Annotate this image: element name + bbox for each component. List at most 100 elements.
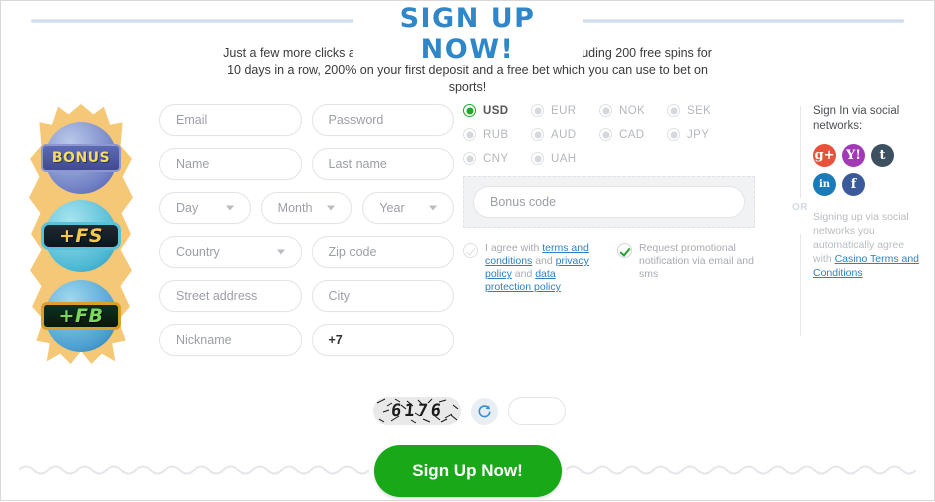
currency-option-eur[interactable]: EUR xyxy=(531,104,599,117)
currency-option-nok[interactable]: NOK xyxy=(599,104,667,117)
badge-free-spins: +FS xyxy=(35,200,127,272)
signup-body: BONUS +FS +FB Email Password Name Last n… xyxy=(1,96,934,364)
bonus-code-field[interactable]: Bonus code xyxy=(473,186,745,218)
checkbox-icon[interactable] xyxy=(463,243,478,258)
refresh-icon xyxy=(478,404,491,417)
currency-option-sek[interactable]: SEK xyxy=(667,104,735,117)
radio-icon xyxy=(463,128,476,141)
currency-option-aud[interactable]: AUD xyxy=(531,128,599,141)
terms-text-part: and xyxy=(532,255,556,267)
captcha-section: 6176 xyxy=(373,397,566,425)
currency-label: AUD xyxy=(551,128,577,141)
currency-row-3: CNY UAH xyxy=(463,152,763,165)
captcha-input[interactable] xyxy=(508,397,566,425)
city-field[interactable]: City xyxy=(311,280,454,312)
google-plus-icon[interactable]: g+ xyxy=(813,144,836,167)
currency-row-2: RUB AUD CAD JPY xyxy=(463,128,763,141)
chevron-down-icon xyxy=(327,205,336,211)
promo-agreement[interactable]: Request promotional notification via ema… xyxy=(617,242,757,294)
currency-label: EUR xyxy=(551,104,577,117)
currency-label: UAH xyxy=(551,152,577,165)
checkbox-icon[interactable] xyxy=(617,243,632,258)
street-address-field[interactable]: Street address xyxy=(159,280,302,312)
social-terms-note: Signing up via social networks you autom… xyxy=(813,210,925,280)
currency-label: RUB xyxy=(483,128,509,141)
currency-label: USD xyxy=(483,104,509,117)
form-row-contact: Nickname +7 xyxy=(159,324,454,356)
radio-icon xyxy=(531,152,544,165)
birth-year-select[interactable]: Year xyxy=(362,192,455,224)
page-title: SIGN UP NOW! xyxy=(352,3,583,65)
nickname-field[interactable]: Nickname xyxy=(159,324,302,356)
terms-agreement[interactable]: I agree with terms and conditions and pr… xyxy=(463,242,603,294)
social-signin-panel: Sign In via social networks: g+ Y! t in … xyxy=(813,104,925,280)
promo-agreement-text: Request promotional notification via ema… xyxy=(639,242,754,280)
decorative-wave-right xyxy=(566,465,916,475)
radio-icon xyxy=(531,104,544,117)
currency-label: SEK xyxy=(687,104,712,117)
captcha-image: 6176 xyxy=(373,397,461,425)
radio-icon xyxy=(667,104,680,117)
divider-line-top xyxy=(800,106,801,198)
captcha-noise-overlay xyxy=(376,398,459,424)
social-icon-list: g+ Y! t in f xyxy=(813,144,921,196)
facebook-icon[interactable]: f xyxy=(842,173,865,196)
bonus-code-panel: Bonus code xyxy=(463,176,755,228)
currency-label: JPY xyxy=(687,128,710,141)
chevron-down-icon xyxy=(225,205,234,211)
birth-day-select[interactable]: Day xyxy=(159,192,251,224)
captcha-refresh-button[interactable] xyxy=(471,397,498,425)
chevron-down-icon xyxy=(429,205,438,211)
currency-option-usd[interactable]: USD xyxy=(463,104,531,117)
badge-free-bet-label: +FB xyxy=(41,302,121,330)
country-select[interactable]: Country xyxy=(159,236,302,268)
radio-icon xyxy=(599,128,612,141)
birth-month-label: Month xyxy=(277,201,313,215)
currency-row-1: USD EUR NOK SEK xyxy=(463,104,763,117)
currency-label: CNY xyxy=(483,152,509,165)
header-divider-right xyxy=(544,19,904,23)
currency-and-terms-panel: USD EUR NOK SEK RUB AUD CAD JPY CNY UAH … xyxy=(463,104,763,294)
form-row-name: Name Last name xyxy=(159,148,454,180)
email-field[interactable]: Email xyxy=(159,104,302,136)
birth-year-label: Year xyxy=(379,201,405,215)
page-header: SIGN UP NOW! xyxy=(1,1,934,65)
radio-icon xyxy=(463,104,476,117)
currency-option-cad[interactable]: CAD xyxy=(599,128,667,141)
last-name-field[interactable]: Last name xyxy=(311,148,454,180)
badge-free-spins-label: +FS xyxy=(41,222,121,250)
social-signin-title: Sign In via social networks: xyxy=(813,105,900,132)
submit-signup-button[interactable]: Sign Up Now! xyxy=(373,445,562,497)
tumblr-icon[interactable]: t xyxy=(871,144,894,167)
badge-free-bet: +FB xyxy=(35,280,127,352)
page-footer: Sign Up Now! xyxy=(1,445,934,502)
linkedin-icon[interactable]: in xyxy=(813,173,836,196)
signup-page: { "header": { "title": "SIGN UP NOW!", "… xyxy=(0,0,935,501)
zip-code-field[interactable]: Zip code xyxy=(311,236,454,268)
currency-option-jpy[interactable]: JPY xyxy=(667,128,735,141)
form-row-address: Street address City xyxy=(159,280,454,312)
badge-bonus: BONUS xyxy=(35,122,127,194)
currency-option-uah[interactable]: UAH xyxy=(531,152,599,165)
registration-form: Email Password Name Last name Day Month … xyxy=(159,104,455,368)
first-name-field[interactable]: Name xyxy=(159,148,302,180)
form-row-location: Country Zip code xyxy=(159,236,454,268)
radio-icon xyxy=(463,152,476,165)
currency-label: CAD xyxy=(619,128,645,141)
divider-line-bottom xyxy=(800,234,801,336)
terms-text-part: and xyxy=(511,268,536,280)
radio-icon xyxy=(599,104,612,117)
header-divider-left xyxy=(31,19,391,23)
birth-day-label: Day xyxy=(176,201,199,215)
badge-bonus-label: BONUS xyxy=(41,144,121,172)
currency-option-rub[interactable]: RUB xyxy=(463,128,531,141)
currency-option-cny[interactable]: CNY xyxy=(463,152,531,165)
country-label: Country xyxy=(176,245,220,259)
form-row-credentials: Email Password xyxy=(159,104,454,136)
birth-month-select[interactable]: Month xyxy=(260,192,353,224)
password-field[interactable]: Password xyxy=(311,104,454,136)
terms-row: I agree with terms and conditions and pr… xyxy=(463,242,763,294)
or-label: OR xyxy=(792,202,808,213)
yahoo-icon[interactable]: Y! xyxy=(842,144,865,167)
phone-field[interactable]: +7 xyxy=(311,324,454,356)
